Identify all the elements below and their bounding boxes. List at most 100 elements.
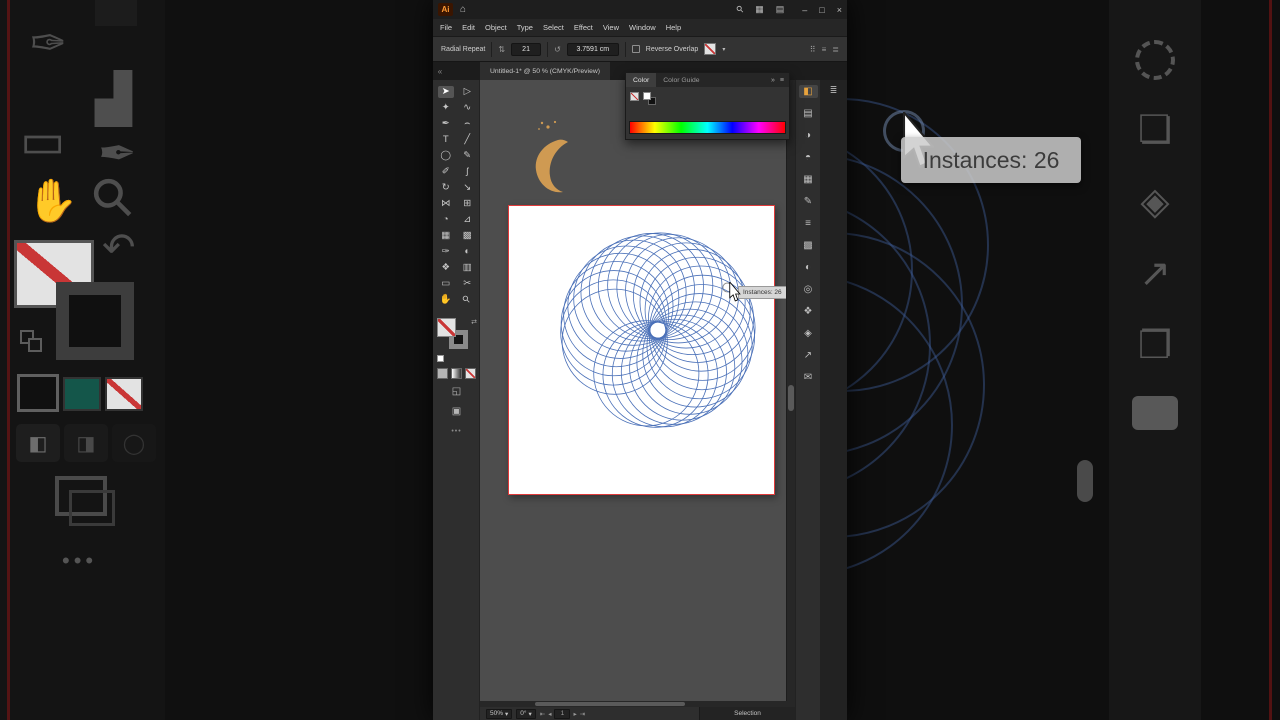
color-spectrum-bar[interactable] — [629, 121, 786, 134]
scale-tool-icon[interactable]: ↘ — [459, 182, 475, 194]
ellipse-tool-icon[interactable]: ◯ — [438, 150, 454, 162]
toolbar-collapse-icon[interactable]: « — [433, 67, 447, 76]
color-button[interactable] — [437, 368, 448, 379]
pen-tool-icon[interactable]: ✒ — [438, 118, 454, 130]
gradient-button[interactable] — [451, 368, 462, 379]
adjustments-icon[interactable]: ≣ — [830, 85, 838, 96]
shape-builder-tool-icon[interactable]: ◔ — [438, 214, 454, 226]
asset-export-panel-icon[interactable]: ↗ — [799, 349, 818, 362]
first-artboard-icon[interactable]: ⇤ — [540, 710, 545, 718]
properties-panel-icon[interactable]: ◧ — [798, 85, 818, 98]
shaper-tool-icon[interactable]: ʃ — [459, 166, 475, 178]
gradient-tool-icon[interactable]: ▩ — [459, 230, 475, 242]
eyedropper-tool-icon[interactable]: ✑ — [438, 246, 454, 258]
blend-tool-icon[interactable]: ◐ — [459, 246, 475, 258]
color-fill-swatch[interactable] — [643, 92, 651, 100]
perspective-grid-tool-icon[interactable]: ⊿ — [459, 214, 475, 226]
horizontal-scrollbar-thumb[interactable] — [535, 702, 685, 706]
tab-color[interactable]: Color — [626, 73, 657, 87]
horizontal-scrollbar[interactable] — [480, 701, 795, 707]
vertical-scrollbar-thumb[interactable] — [788, 385, 794, 411]
reverse-overlap-checkbox[interactable] — [631, 45, 640, 53]
menu-view[interactable]: View — [598, 23, 624, 32]
zoom-level-select[interactable]: 50% ▾ — [486, 708, 513, 719]
pencil-tool-icon[interactable]: ✐ — [438, 166, 454, 178]
menu-edit[interactable]: Edit — [457, 23, 480, 32]
none-button[interactable] — [465, 368, 476, 379]
line-tool-icon[interactable]: ╱ — [459, 134, 475, 146]
symbol-sprayer-tool-icon[interactable]: ❖ — [438, 262, 454, 274]
hand-tool-icon[interactable]: ✋ — [438, 294, 454, 306]
free-transform-tool-icon[interactable]: ⊞ — [459, 198, 475, 210]
direct-selection-tool-icon[interactable]: ▷ — [459, 86, 475, 98]
instances-field[interactable]: 21 — [511, 42, 542, 56]
color-panel-icon[interactable]: ◑ — [799, 129, 818, 142]
workspace-switcher-icon[interactable]: ▤ — [776, 4, 785, 15]
previous-artboard-icon[interactable]: ◂ — [548, 710, 551, 718]
artboard-number-field[interactable]: 1 — [554, 708, 571, 719]
paintbrush-tool-icon[interactable]: ✎ — [459, 150, 475, 162]
next-artboard-icon[interactable]: ▸ — [573, 710, 576, 718]
default-fill-stroke-icon[interactable] — [437, 355, 444, 362]
layers-panel-icon[interactable]: ◈ — [799, 327, 818, 340]
menu-file[interactable]: File — [435, 23, 457, 32]
fill-swatch-caret[interactable]: ▾ — [722, 46, 725, 53]
canvas[interactable]: Instances: 26 — [480, 80, 786, 701]
instances-stepper-icon[interactable]: ⇅ — [498, 45, 505, 54]
home-icon[interactable]: ⌂ — [460, 4, 466, 15]
tab-color-guide[interactable]: Color Guide — [656, 73, 706, 87]
slice-tool-icon[interactable]: ✂ — [459, 278, 475, 290]
minimize-button[interactable]: – — [802, 5, 807, 15]
panel-menu-icon[interactable]: ≣ — [832, 45, 839, 54]
edit-toolbar-dots[interactable]: ••• — [433, 428, 480, 435]
comments-panel-icon[interactable]: ✉ — [799, 371, 818, 384]
arrange-documents-icon[interactable]: ▦ — [755, 4, 764, 15]
stroke-panel-icon[interactable]: ≡ — [799, 217, 818, 230]
menu-window[interactable]: Window — [624, 23, 661, 32]
document-tab[interactable]: Untitled-1* @ 50 % (CMYK/Preview) — [480, 62, 611, 80]
fill-none-swatch[interactable] — [437, 318, 456, 337]
panel-expand-icon[interactable]: » — [771, 77, 775, 84]
panel-flyout-menu-icon[interactable]: ≡ — [780, 77, 784, 84]
list-options-icon[interactable]: ≡ — [822, 45, 827, 54]
menu-effect[interactable]: Effect — [569, 23, 598, 32]
drawing-mode-icon[interactable]: ◱ — [433, 386, 480, 397]
color-guide-panel-icon[interactable]: ◓ — [799, 151, 818, 164]
screen-mode-icon[interactable]: ▣ — [433, 406, 480, 417]
rotate-tool-icon[interactable]: ↻ — [438, 182, 454, 194]
menu-object[interactable]: Object — [480, 23, 512, 32]
brushes-panel-icon[interactable]: ✎ — [799, 195, 818, 208]
column-graph-tool-icon[interactable]: ▥ — [459, 262, 475, 274]
width-tool-icon[interactable]: ⋈ — [438, 198, 454, 210]
maximize-button[interactable]: □ — [819, 5, 824, 15]
grid-dots-icon[interactable]: ⠿ — [810, 45, 816, 54]
vertical-scrollbar[interactable] — [786, 80, 795, 701]
lasso-tool-icon[interactable]: ∿ — [459, 102, 475, 114]
last-artboard-icon[interactable]: ⇥ — [580, 710, 585, 718]
curvature-tool-icon[interactable]: ⌢ — [459, 118, 475, 130]
swatches-panel-icon[interactable]: ▦ — [799, 173, 818, 186]
menu-help[interactable]: Help — [661, 23, 686, 32]
gradient-panel-icon[interactable]: ▩ — [799, 239, 818, 252]
type-tool-icon[interactable]: T — [438, 134, 454, 146]
radius-field[interactable]: 3.7591 cm — [566, 42, 619, 56]
artboard-tool-icon[interactable]: ▭ — [438, 278, 454, 290]
symbols-panel-icon[interactable]: ❖ — [799, 305, 818, 318]
appearance-panel-icon[interactable]: ◎ — [799, 283, 818, 296]
menu-select[interactable]: Select — [538, 23, 569, 32]
reverse-overlap-label: Reverse Overlap — [645, 45, 699, 53]
selection-tool-icon[interactable]: ➤ — [437, 86, 454, 98]
mesh-tool-icon[interactable]: ▦ — [438, 230, 454, 242]
magic-wand-tool-icon[interactable]: ✦ — [438, 102, 454, 114]
swap-fill-stroke-icon[interactable]: ⇄ — [471, 318, 477, 326]
libraries-panel-icon[interactable]: ▤ — [799, 107, 818, 120]
color-none-swatch[interactable] — [630, 92, 639, 101]
transparency-panel-icon[interactable]: ◐ — [799, 261, 818, 274]
zoom-tool-icon[interactable]: ⚲ — [457, 290, 477, 310]
fill-swatch[interactable] — [704, 43, 717, 55]
close-button[interactable]: × — [837, 5, 842, 15]
menu-type[interactable]: Type — [512, 23, 538, 32]
radius-icon[interactable]: ↺ — [554, 45, 561, 54]
rotation-select[interactable]: 0° ▾ — [516, 708, 536, 719]
search-icon[interactable]: ⚲ — [734, 3, 746, 15]
